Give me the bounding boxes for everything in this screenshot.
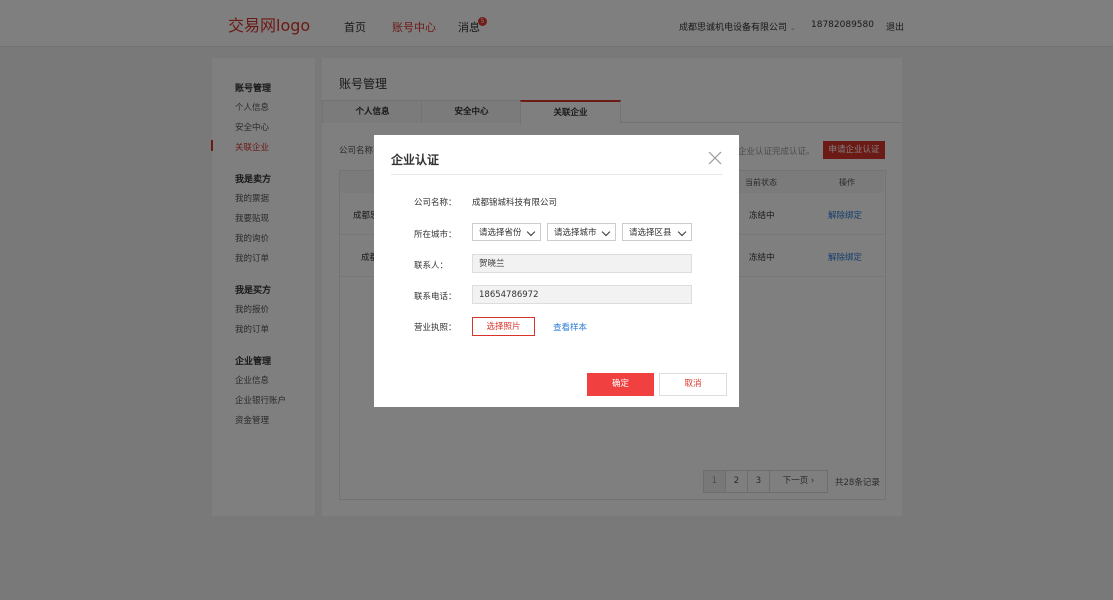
confirm-button[interactable]: 确定 [587,373,654,396]
chevron-down-icon [601,227,611,237]
view-sample-link[interactable]: 查看样本 [553,321,587,333]
close-icon[interactable] [708,151,722,165]
phone-input[interactable]: 18654786972 [472,285,692,304]
district-select[interactable]: 请选择区县 [622,223,692,241]
province-select-text: 请选择省份 [479,228,522,238]
contact-label: 联系人： [414,261,449,271]
contact-input[interactable]: 贺晓兰 [472,254,692,273]
city-select-text: 请选择城市 [554,228,597,238]
city-label: 所在城市： [414,230,457,240]
cancel-button[interactable]: 取消 [659,373,727,396]
dialog-title: 企业认证 [391,153,440,167]
choose-photo-button[interactable]: 选择照片 [472,317,535,336]
city-select[interactable]: 请选择城市 [547,223,616,241]
chevron-down-icon [677,227,687,237]
license-label: 营业执照： [414,323,457,333]
province-select[interactable]: 请选择省份 [472,223,541,241]
company-name-value: 成都锦城科技有限公司 [472,198,558,208]
phone-label: 联系电话： [414,292,457,302]
district-select-text: 请选择区县 [629,228,672,238]
chevron-down-icon [526,227,536,237]
dialog-divider [391,174,722,175]
company-name-label: 公司名称： [414,198,457,208]
